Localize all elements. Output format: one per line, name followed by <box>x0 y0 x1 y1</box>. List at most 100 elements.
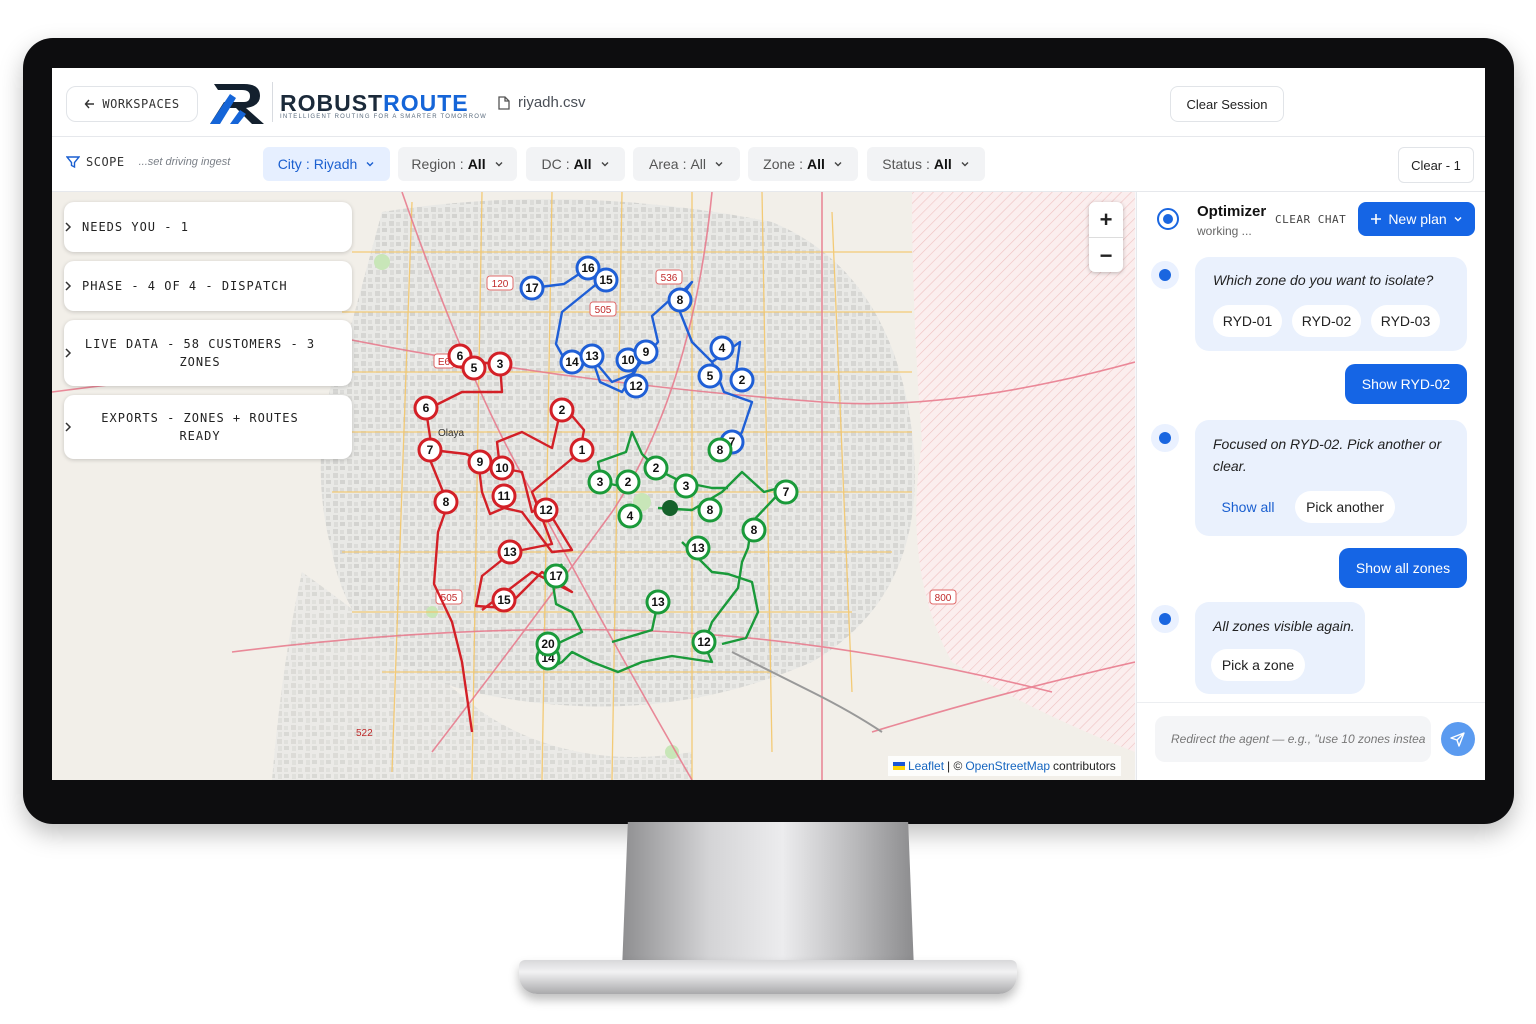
stop-marker-green[interactable]: 13 <box>685 535 711 561</box>
svg-text:11: 11 <box>498 489 511 503</box>
stop-marker-green[interactable]: 2 <box>615 469 641 495</box>
stop-marker-green[interactable]: 4 <box>617 503 643 529</box>
route-map[interactable]: 120 536 505 E6 505 800 522 Olaya 6536217… <box>52 192 1135 780</box>
filter-region[interactable]: Region: All <box>398 147 517 181</box>
new-plan-button[interactable]: New plan <box>1358 202 1475 236</box>
clear-session-button[interactable]: Clear Session <box>1170 86 1284 122</box>
chat-status: working ... <box>1197 224 1252 238</box>
zoom-in-button[interactable]: + <box>1089 202 1123 238</box>
stop-marker-green[interactable]: 8 <box>741 517 767 543</box>
scope-indicator: SCOPE ...set driving ingest <box>66 155 230 169</box>
stop-marker-red[interactable]: 3 <box>487 351 513 377</box>
stop-marker-green[interactable]: 8 <box>697 497 723 523</box>
redirect-agent-input[interactable] <box>1169 731 1431 747</box>
scope-hint: ...set driving ingest <box>138 156 231 168</box>
chat-input-field[interactable] <box>1155 716 1431 762</box>
stop-marker-red[interactable]: 10 <box>489 455 515 481</box>
stop-marker-green[interactable]: 7 <box>773 479 799 505</box>
svg-text:15: 15 <box>497 593 511 607</box>
stop-marker-red[interactable]: 12 <box>533 497 559 523</box>
chat-divider <box>1137 702 1485 703</box>
svg-text:6: 6 <box>423 401 430 415</box>
stop-marker-red[interactable]: 8 <box>433 489 459 515</box>
monitor-stand <box>622 822 914 970</box>
stop-marker-red[interactable]: 11 <box>491 483 517 509</box>
svg-text:8: 8 <box>707 503 714 517</box>
svg-text:9: 9 <box>477 455 484 469</box>
filter-status[interactable]: Status: All <box>867 147 985 181</box>
clear-chat-button[interactable]: CLEAR CHAT <box>1275 213 1346 226</box>
stop-marker-blue[interactable]: 4 <box>709 335 735 361</box>
svg-text:505: 505 <box>595 305 612 316</box>
svg-text:2: 2 <box>739 373 746 387</box>
workspaces-back-button[interactable]: WORKSPACES <box>66 86 198 122</box>
stop-marker-green[interactable]: 12 <box>691 629 717 655</box>
ukraine-flag-icon <box>893 762 905 770</box>
stop-marker-blue[interactable]: 8 <box>667 287 693 313</box>
svg-text:3: 3 <box>597 475 604 489</box>
stop-marker-red[interactable]: 13 <box>497 539 523 565</box>
stop-marker-blue[interactable]: 17 <box>519 275 545 301</box>
svg-text:3: 3 <box>497 357 504 371</box>
agent-message: Which zone do you want to isolate? RYD-0… <box>1195 257 1467 351</box>
phase-card[interactable]: PHASE - 4 OF 4 - DISPATCH <box>64 261 352 311</box>
show-all-link[interactable]: Show all <box>1211 491 1285 523</box>
stop-marker-green[interactable]: 17 <box>543 563 569 589</box>
stop-marker-green[interactable]: 2 <box>643 455 669 481</box>
stop-marker-red[interactable]: 1 <box>569 437 595 463</box>
stop-marker-blue[interactable]: 5 <box>697 363 723 389</box>
svg-text:15: 15 <box>599 273 613 287</box>
svg-text:9: 9 <box>643 345 650 359</box>
option-ryd-02[interactable]: RYD-02 <box>1292 305 1361 337</box>
send-icon <box>1450 732 1465 747</box>
scope-label: SCOPE <box>86 155 125 169</box>
live-data-card[interactable]: LIVE DATA - 58 CUSTOMERS - 3 ZONES <box>64 320 352 386</box>
pick-a-zone-button[interactable]: Pick a zone <box>1211 649 1305 681</box>
option-ryd-03[interactable]: RYD-03 <box>1371 305 1440 337</box>
agent-avatar-dot <box>1159 432 1171 444</box>
user-message: Show all zones <box>1339 548 1467 588</box>
zoom-control: + − <box>1089 202 1123 272</box>
arrow-left-icon <box>84 99 95 109</box>
stop-marker-green[interactable]: 20 <box>535 631 561 657</box>
chevron-down-icon <box>495 162 503 167</box>
stop-marker-red[interactable]: 7 <box>417 437 443 463</box>
filter-zone[interactable]: Zone: All <box>748 147 858 181</box>
stop-marker-blue[interactable]: 12 <box>623 373 649 399</box>
svg-text:6: 6 <box>457 349 464 363</box>
stop-marker-red[interactable]: 6 <box>413 395 439 421</box>
app-screen: WORKSPACES ROBUSTROUTE INTELLIGENT ROUTI… <box>52 68 1485 780</box>
stop-marker-green[interactable]: 8 <box>707 437 733 463</box>
stop-marker-green[interactable]: 3 <box>587 469 613 495</box>
pick-another-button[interactable]: Pick another <box>1295 491 1395 523</box>
osm-link[interactable]: OpenStreetMap <box>965 759 1050 773</box>
stop-marker-green[interactable]: 3 <box>673 473 699 499</box>
clear-filters-button[interactable]: Clear - 1 <box>1398 147 1474 183</box>
filter-bar: SCOPE ...set driving ingest City: Riyadh … <box>52 137 1485 192</box>
filter-city[interactable]: City: Riyadh <box>263 147 390 181</box>
stop-marker-blue[interactable]: 15 <box>593 267 619 293</box>
svg-text:7: 7 <box>783 485 790 499</box>
stop-marker-blue[interactable]: 9 <box>633 339 659 365</box>
stop-marker-red[interactable]: 5 <box>461 355 487 381</box>
filter-area[interactable]: Area: All <box>633 147 740 181</box>
stop-marker-blue[interactable]: 13 <box>579 343 605 369</box>
option-ryd-01[interactable]: RYD-01 <box>1213 305 1282 337</box>
stop-marker-green[interactable]: 13 <box>645 589 671 615</box>
svg-text:8: 8 <box>677 293 684 307</box>
exports-card[interactable]: EXPORTS - ZONES + ROUTES READY <box>64 395 352 459</box>
filter-dc[interactable]: DC: All <box>526 147 625 181</box>
needs-you-card[interactable]: NEEDS YOU - 1 <box>64 202 352 252</box>
zoom-out-button[interactable]: − <box>1089 238 1123 273</box>
stop-marker-red[interactable]: 9 <box>467 449 493 475</box>
stop-marker-red[interactable]: 2 <box>549 397 575 423</box>
leaflet-link[interactable]: Leaflet <box>908 759 944 773</box>
stop-marker-blue[interactable]: 2 <box>729 367 755 393</box>
plus-icon <box>1371 214 1382 224</box>
agent-status-icon <box>1157 208 1179 230</box>
svg-text:5: 5 <box>707 369 714 383</box>
stop-marker-red[interactable]: 15 <box>491 587 517 613</box>
chevron-right-icon <box>65 348 72 358</box>
send-button[interactable] <box>1441 722 1475 756</box>
svg-text:7: 7 <box>427 443 434 457</box>
